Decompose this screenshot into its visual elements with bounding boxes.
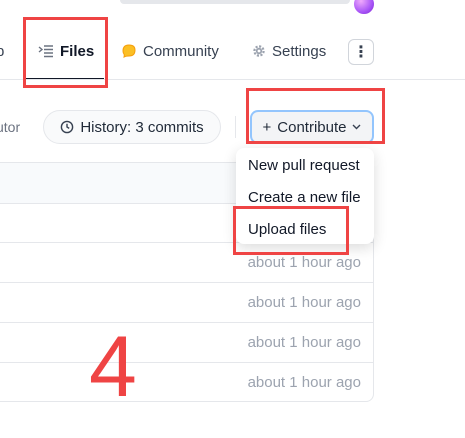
row-time: about 1 hour ago [247, 254, 361, 271]
table-row[interactable]: about 1 hour ago [0, 283, 373, 323]
step-number: 4 [89, 319, 137, 415]
tab-files-label: Files [60, 42, 95, 60]
tab-app[interactable]: p [0, 35, 4, 67]
table-row[interactable]: about 1 hour ago [0, 363, 373, 401]
chevron-down-icon [352, 124, 361, 130]
contribute-button[interactable]: + Contribute [250, 110, 374, 144]
row-time: about 1 hour ago [247, 294, 361, 311]
menu-item-create-new-file[interactable]: Create a new file [248, 189, 361, 206]
table-row[interactable]: about 1 hour ago [0, 323, 373, 363]
header-text-placeholder [120, 0, 350, 4]
files-icon [38, 44, 54, 58]
row-time: about 1 hour ago [247, 374, 361, 391]
tabs-divider [0, 79, 465, 80]
row-time: about 1 hour ago [247, 334, 361, 351]
contribute-menu: New pull request Create a new file Uploa… [236, 148, 374, 244]
menu-item-new-pull-request[interactable]: New pull request [248, 157, 360, 174]
plus-icon: + [262, 118, 272, 136]
more-options-button[interactable]: ⋮ [348, 39, 374, 65]
toolbar-divider [235, 116, 236, 138]
contribute-label: Contribute [277, 118, 347, 136]
avatar[interactable] [352, 0, 376, 16]
clock-icon [60, 120, 74, 134]
menu-item-upload-files[interactable]: Upload files [248, 221, 326, 238]
contributor-label: utor [0, 119, 21, 135]
gear-icon [252, 44, 266, 58]
tab-files[interactable]: Files [38, 35, 94, 67]
community-icon [121, 44, 137, 58]
tab-settings-label: Settings [272, 42, 327, 60]
tab-app-label: p [0, 42, 5, 60]
tab-community-label: Community [143, 42, 219, 60]
history-button[interactable]: History: 3 commits [43, 110, 221, 144]
tab-settings[interactable]: Settings [252, 35, 326, 67]
tab-community[interactable]: Community [121, 35, 219, 67]
history-label: History: 3 commits [80, 118, 204, 136]
table-row[interactable]: about 1 hour ago [0, 243, 373, 283]
top-header [0, 0, 465, 24]
more-options-label: ⋮ [353, 44, 369, 61]
